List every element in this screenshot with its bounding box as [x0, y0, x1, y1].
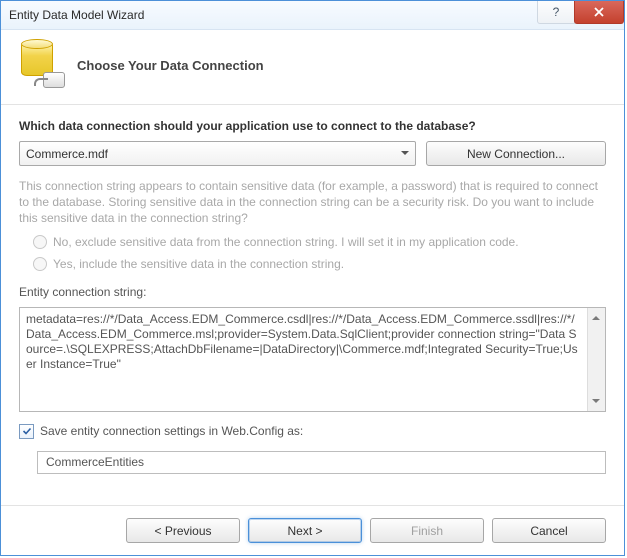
titlebar: Entity Data Model Wizard ?: [1, 1, 624, 30]
connection-row: Commerce.mdf New Connection...: [19, 141, 606, 166]
checkmark-icon: [22, 426, 32, 436]
help-button[interactable]: ?: [537, 1, 575, 24]
scrollbar[interactable]: [587, 308, 605, 411]
cancel-button[interactable]: Cancel: [492, 518, 606, 543]
sensitive-data-warning: This connection string appears to contai…: [19, 178, 606, 227]
titlebar-buttons: ?: [538, 1, 624, 29]
window-title: Entity Data Model Wizard: [9, 8, 538, 22]
config-name-input[interactable]: CommerceEntities: [37, 451, 606, 474]
question-label: Which data connection should your applic…: [19, 119, 606, 133]
entity-string-text: metadata=res://*/Data_Access.EDM_Commerc…: [26, 312, 599, 372]
database-connection-icon: [19, 42, 63, 86]
previous-button[interactable]: < Previous: [126, 518, 240, 543]
radio-icon: [33, 257, 47, 271]
next-button[interactable]: Next >: [248, 518, 362, 543]
option-exclude: No, exclude sensitive data from the conn…: [33, 235, 606, 249]
entity-string-label: Entity connection string:: [19, 285, 606, 299]
entity-connection-string[interactable]: metadata=res://*/Data_Access.EDM_Commerc…: [19, 307, 606, 412]
config-name-value: CommerceEntities: [46, 455, 144, 469]
connection-selected: Commerce.mdf: [26, 147, 108, 161]
close-button[interactable]: [574, 1, 624, 24]
wizard-body: Which data connection should your applic…: [1, 105, 624, 505]
save-checkbox[interactable]: [19, 424, 34, 439]
radio-icon: [33, 235, 47, 249]
close-icon: [594, 7, 604, 17]
page-title: Choose Your Data Connection: [77, 58, 264, 73]
wizard-header: Choose Your Data Connection: [1, 30, 624, 105]
connection-dropdown[interactable]: Commerce.mdf: [19, 141, 416, 166]
wizard-window: Entity Data Model Wizard ? Choose Your D…: [0, 0, 625, 556]
option-exclude-label: No, exclude sensitive data from the conn…: [53, 235, 519, 249]
new-connection-button[interactable]: New Connection...: [426, 141, 606, 166]
option-include: Yes, include the sensitive data in the c…: [33, 257, 606, 271]
option-include-label: Yes, include the sensitive data in the c…: [53, 257, 344, 271]
save-settings-row: Save entity connection settings in Web.C…: [19, 424, 606, 439]
save-checkbox-label: Save entity connection settings in Web.C…: [40, 424, 303, 438]
wizard-footer: < Previous Next > Finish Cancel: [1, 505, 624, 555]
finish-button: Finish: [370, 518, 484, 543]
